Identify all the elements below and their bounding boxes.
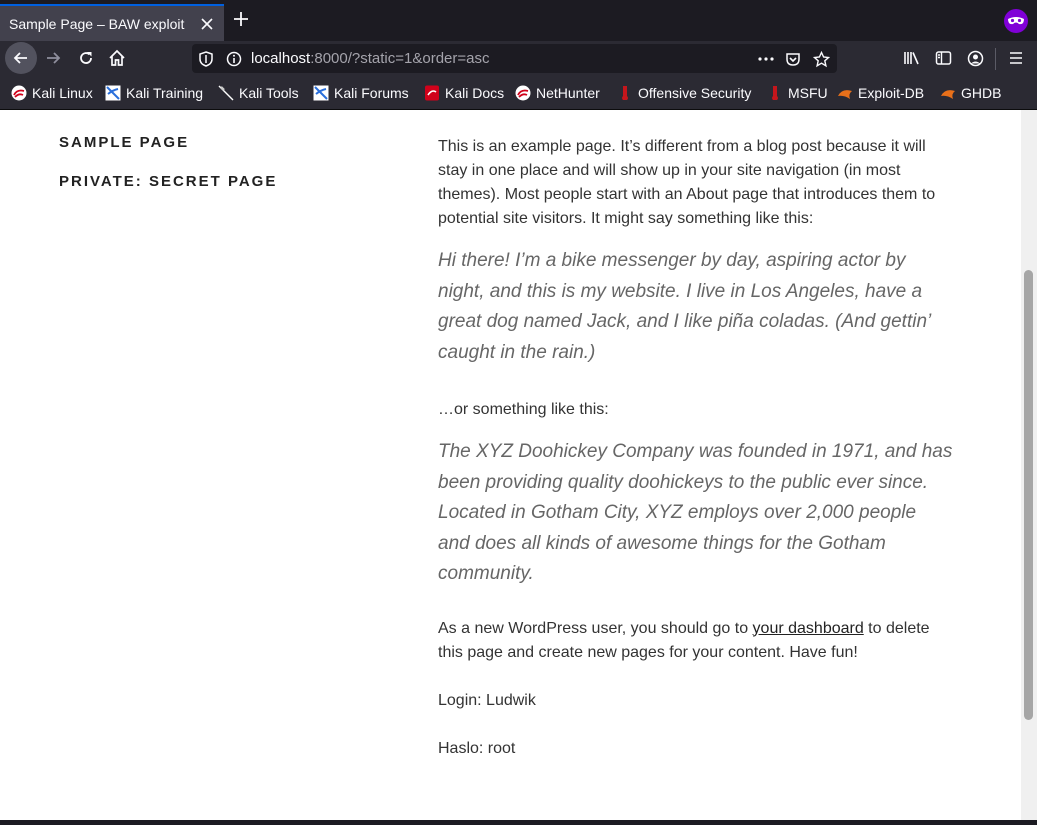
password-paragraph: Haslo: root <box>438 739 516 757</box>
url-path: :8000/?static=1&order=asc <box>310 50 490 67</box>
page-actions-icon[interactable] <box>757 50 775 68</box>
bookmark-exploit-db[interactable]: Exploit-DB <box>837 83 924 103</box>
exploitdb-icon <box>837 85 853 101</box>
bookmark-kali-training[interactable]: Kali Training <box>105 83 203 103</box>
window-bottom-border <box>0 820 1037 825</box>
tab-title: Sample Page – BAW exploit <box>9 15 185 32</box>
wordpress-paragraph: As a new WordPress user, you should go t… <box>438 617 953 665</box>
menu-link-sample-page[interactable]: Sample Page <box>59 134 189 151</box>
bookmark-label: Offensive Security <box>638 85 752 101</box>
scrollbar-thumb[interactable] <box>1024 270 1033 720</box>
nethunter-icon <box>515 85 531 101</box>
bookmark-label: Exploit-DB <box>858 85 925 101</box>
bookmark-label: Kali Training <box>126 85 204 101</box>
outro-text-start: As a new WordPress user, you should go t… <box>438 619 753 637</box>
page-content: This is an example page. It’s different … <box>438 135 953 761</box>
bookmark-msfu[interactable]: MSFU <box>767 83 828 103</box>
menu-icon[interactable] <box>1001 43 1031 73</box>
new-tab-icon[interactable] <box>228 6 254 32</box>
bookmark-label: Kali Docs <box>445 85 505 101</box>
navigation-toolbar: localhost:8000/?static=1&order=asc <box>0 41 1037 76</box>
bookmark-kali-forums[interactable]: Kali Forums <box>313 83 409 103</box>
tab-active[interactable]: Sample Page – BAW exploit <box>0 4 224 41</box>
info-icon[interactable] <box>225 50 243 68</box>
url-host: localhost <box>251 50 311 67</box>
bookmark-label: GHDB <box>961 85 1002 101</box>
bookmark-kali-docs[interactable]: Kali Docs <box>424 83 504 103</box>
msfu-icon <box>767 85 783 101</box>
quote-xyz-company: The XYZ Doohickey Company was founded in… <box>438 441 953 584</box>
bookmark-kali-tools[interactable]: Kali Tools <box>218 83 299 103</box>
bookmark-offensive-security[interactable]: Offensive Security <box>617 83 751 103</box>
kali-forums-icon <box>313 85 329 101</box>
bookmark-kali-linux[interactable]: Kali Linux <box>11 83 93 103</box>
shield-icon[interactable] <box>197 50 215 68</box>
reload-icon[interactable] <box>71 43 101 73</box>
account-icon[interactable] <box>960 43 990 73</box>
url-text[interactable]: localhost:8000/?static=1&order=asc <box>251 50 490 67</box>
toolbar-separator <box>995 48 996 70</box>
bookmarks-toolbar: Kali Linux Kali Training Kali Tools Kali… <box>0 76 1037 110</box>
offsec-icon <box>617 85 633 101</box>
url-bar[interactable]: localhost:8000/?static=1&order=asc <box>192 44 837 73</box>
kali-tools-icon <box>218 85 234 101</box>
pocket-icon[interactable] <box>784 50 802 68</box>
kali-docs-icon <box>424 85 440 101</box>
dashboard-link[interactable]: your dashboard <box>753 620 864 637</box>
tab-strip: Sample Page – BAW exploit <box>0 0 1037 41</box>
bookmark-nethunter[interactable]: NetHunter <box>515 83 600 103</box>
intro-paragraph: This is an example page. It’s different … <box>438 138 936 227</box>
forward-icon[interactable] <box>38 43 68 73</box>
bookmark-label: Kali Forums <box>334 85 409 101</box>
bookmark-label: Kali Tools <box>239 85 299 101</box>
quote-bike-messenger: Hi there! I’m a bike messenger by day, a… <box>438 250 931 363</box>
bookmark-star-icon[interactable] <box>812 50 830 68</box>
bookmark-label: NetHunter <box>536 85 600 101</box>
library-icon[interactable] <box>897 43 927 73</box>
menu-link-secret-page[interactable]: Private: Secret Page <box>59 173 277 190</box>
private-browsing-icon <box>1004 9 1028 33</box>
or-paragraph: …or something like this: <box>438 401 609 418</box>
sidebar-icon[interactable] <box>928 43 958 73</box>
close-tab-icon[interactable] <box>194 11 220 37</box>
web-page: Sample Page Private: Secret Page This is… <box>0 110 1021 820</box>
bookmark-label: Kali Linux <box>32 85 93 101</box>
kali-training-icon <box>105 85 121 101</box>
kali-icon <box>11 85 27 101</box>
ghdb-icon <box>940 85 956 101</box>
bookmark-label: MSFU <box>788 85 828 101</box>
back-icon[interactable] <box>5 42 37 74</box>
home-icon[interactable] <box>102 43 132 73</box>
bookmark-ghdb[interactable]: GHDB <box>940 83 1001 103</box>
login-paragraph: Login: Ludwik <box>438 691 536 709</box>
